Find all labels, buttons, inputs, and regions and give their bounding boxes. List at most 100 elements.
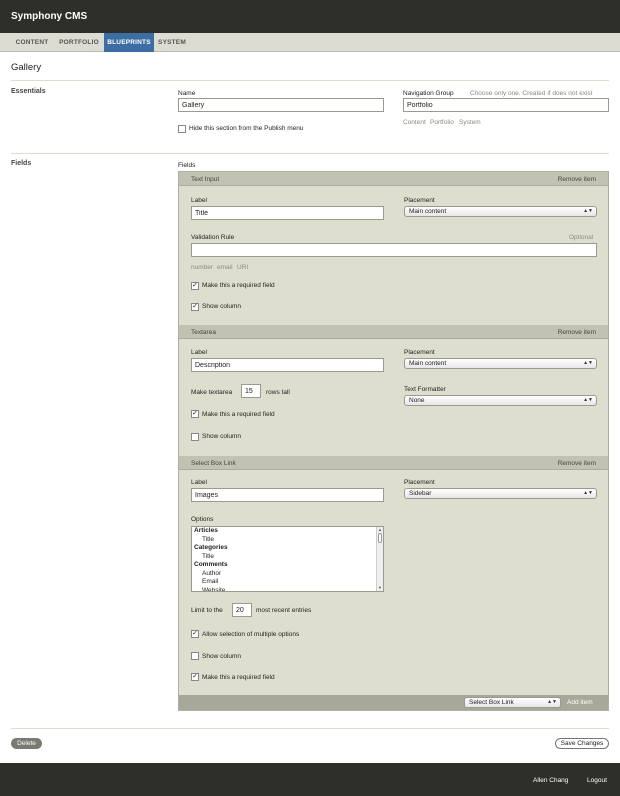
placement-label: Placement bbox=[404, 349, 435, 356]
validation-option-email[interactable]: email bbox=[217, 264, 233, 271]
select-arrows-icon: ▲▼ bbox=[583, 490, 593, 496]
allow-multiple-label: Allow selection of multiple options bbox=[202, 631, 300, 638]
option-item[interactable]: Title bbox=[192, 553, 383, 562]
textarea-rows-suffix: rows tall bbox=[266, 389, 290, 396]
textarea-rows-input[interactable] bbox=[241, 384, 261, 398]
field-header-select-box-link[interactable]: Select Box Link Remove item bbox=[179, 456, 608, 470]
options-label: Options bbox=[191, 516, 214, 523]
name-input[interactable] bbox=[178, 98, 384, 112]
add-item-button[interactable]: Add item bbox=[567, 699, 593, 706]
nav-tab-system[interactable]: SYSTEM bbox=[155, 33, 189, 52]
field-header-textarea[interactable]: Textarea Remove item bbox=[179, 325, 608, 339]
name-label: Name bbox=[178, 90, 196, 97]
essentials-section-label: Essentials bbox=[11, 88, 46, 95]
option-item[interactable]: Email bbox=[192, 578, 383, 587]
option-item[interactable]: Author bbox=[192, 570, 383, 579]
app-header: Symphony CMS bbox=[0, 0, 620, 33]
field-type-title: Select Box Link bbox=[191, 460, 236, 467]
divider bbox=[11, 153, 609, 154]
scroll-thumb[interactable] bbox=[378, 533, 382, 543]
field-type-title: Text Input bbox=[191, 176, 220, 183]
required-label: Make this a required field bbox=[202, 282, 275, 289]
nav-tab-portfolio[interactable]: PORTFOLIO bbox=[56, 33, 102, 52]
nav-group-option-portfolio[interactable]: Portfolio bbox=[430, 119, 454, 126]
nav-tab-blueprints[interactable]: BLUEPRINTS bbox=[104, 33, 154, 52]
text-formatter-select[interactable]: None ▲▼ bbox=[404, 395, 597, 406]
show-column-label: Show column bbox=[202, 433, 242, 440]
options-multiselect[interactable]: Articles Title Categories Title Comments Auth… bbox=[191, 526, 384, 592]
field-type-title: Textarea bbox=[191, 329, 216, 336]
nav-group-option-system[interactable]: System bbox=[459, 119, 481, 126]
remove-item-button[interactable]: Remove item bbox=[558, 460, 596, 467]
show-column-label: Show column bbox=[202, 303, 242, 310]
field-label-input[interactable] bbox=[191, 488, 384, 502]
placement-select[interactable]: Main content ▲▼ bbox=[404, 358, 597, 369]
placement-select[interactable]: Main content ▲▼ bbox=[404, 206, 597, 217]
remove-item-button[interactable]: Remove item bbox=[558, 176, 596, 183]
options-items: Articles Title Categories Title Comments Auth… bbox=[192, 527, 383, 592]
fields-panel: Text Input Remove item Label Placement M… bbox=[178, 171, 609, 711]
required-checkbox[interactable]: ✓ bbox=[191, 410, 199, 418]
option-item[interactable]: Website bbox=[192, 587, 383, 592]
placement-value: Sidebar bbox=[409, 490, 432, 497]
required-checkbox[interactable]: ✓ bbox=[191, 673, 199, 681]
add-field-bar: Select Box Link ▲▼ Add item bbox=[179, 695, 608, 710]
placement-label: Placement bbox=[404, 479, 435, 486]
text-formatter-label: Text Formatter bbox=[404, 386, 446, 393]
option-group: Comments bbox=[194, 561, 228, 568]
label-label: Label bbox=[191, 197, 207, 204]
nav-tab-content[interactable]: CONTENT bbox=[11, 33, 53, 52]
add-field-type-value: Select Box Link bbox=[469, 699, 514, 706]
add-field-type-select[interactable]: Select Box Link ▲▼ bbox=[464, 697, 561, 708]
required-checkbox[interactable]: ✓ bbox=[191, 282, 199, 290]
page-title: Gallery bbox=[11, 62, 42, 73]
allow-multiple-checkbox[interactable]: ✓ bbox=[191, 630, 199, 638]
show-column-checkbox[interactable] bbox=[191, 433, 199, 441]
show-column-label: Show column bbox=[202, 653, 242, 660]
limit-suffix: most recent entries bbox=[256, 607, 312, 614]
fields-section-label: Fields bbox=[11, 160, 32, 167]
validation-option-number[interactable]: number bbox=[191, 264, 213, 271]
select-arrows-icon: ▲▼ bbox=[583, 360, 593, 366]
fields-list-label: Fields bbox=[178, 162, 196, 169]
limit-input[interactable] bbox=[232, 603, 252, 617]
required-label: Make this a required field bbox=[202, 674, 275, 681]
show-column-checkbox[interactable] bbox=[191, 652, 199, 660]
options-scrollbar[interactable]: ▲ ▼ bbox=[376, 527, 383, 591]
scroll-down-icon[interactable]: ▼ bbox=[377, 585, 383, 591]
current-user-link[interactable]: Allen Chang bbox=[533, 777, 568, 784]
field-header-text-input[interactable]: Text Input Remove item bbox=[179, 172, 608, 186]
field-label-input[interactable] bbox=[191, 358, 384, 372]
nav-group-input[interactable] bbox=[403, 98, 609, 112]
textarea-rows-prefix: Make textarea bbox=[191, 389, 233, 396]
save-changes-button[interactable]: Save Changes bbox=[555, 738, 609, 749]
validation-option-uri[interactable]: URI bbox=[237, 264, 248, 271]
show-column-checkbox[interactable]: ✓ bbox=[191, 303, 199, 311]
main-nav: CONTENT PORTFOLIO BLUEPRINTS SYSTEM bbox=[0, 33, 620, 52]
placement-label: Placement bbox=[404, 197, 435, 204]
divider bbox=[11, 80, 609, 81]
app-title[interactable]: Symphony CMS bbox=[11, 11, 87, 22]
nav-group-option-content[interactable]: Content bbox=[403, 119, 426, 126]
text-formatter-value: None bbox=[409, 397, 425, 404]
nav-group-label: Navigation Group bbox=[403, 90, 454, 97]
required-label: Make this a required field bbox=[202, 411, 275, 418]
validation-optional-hint: Optional bbox=[569, 234, 594, 241]
divider bbox=[11, 728, 609, 729]
label-label: Label bbox=[191, 349, 207, 356]
placement-select[interactable]: Sidebar ▲▼ bbox=[404, 488, 597, 499]
validation-rule-input[interactable] bbox=[191, 243, 597, 257]
nav-group-hint: Choose only one. Created if does not exi… bbox=[470, 90, 593, 97]
remove-item-button[interactable]: Remove item bbox=[558, 329, 596, 336]
field-label-input[interactable] bbox=[191, 206, 384, 220]
option-group: Articles bbox=[194, 527, 218, 534]
select-arrows-icon: ▲▼ bbox=[583, 397, 593, 403]
delete-button[interactable]: Delete bbox=[11, 738, 42, 749]
logout-link[interactable]: Logout bbox=[587, 777, 607, 784]
placement-value: Main content bbox=[409, 360, 447, 367]
limit-prefix: Limit to the bbox=[191, 607, 223, 614]
option-item[interactable]: Title bbox=[192, 536, 383, 545]
hide-section-checkbox[interactable] bbox=[178, 125, 186, 133]
label-label: Label bbox=[191, 479, 207, 486]
placement-value: Main content bbox=[409, 208, 447, 215]
